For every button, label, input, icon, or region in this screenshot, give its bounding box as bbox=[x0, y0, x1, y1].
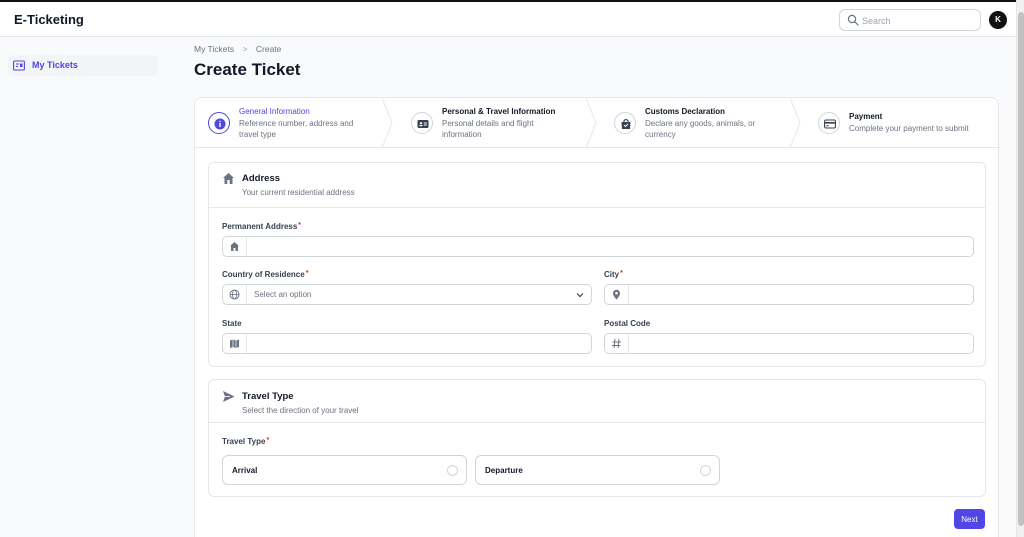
breadcrumb-create: Create bbox=[255, 44, 282, 54]
credit-card-icon bbox=[824, 119, 836, 129]
travel-type-label: Travel Type* bbox=[222, 437, 269, 446]
country-label: Country of Residence* bbox=[222, 270, 308, 279]
required-mark: * bbox=[305, 270, 309, 277]
map-pin-icon bbox=[613, 289, 620, 300]
scrollbar[interactable] bbox=[1016, 0, 1024, 537]
state-input[interactable] bbox=[251, 336, 586, 351]
search-box[interactable] bbox=[839, 9, 981, 31]
step-circle bbox=[411, 112, 433, 134]
field-prefix bbox=[605, 285, 629, 304]
section-subtitle: Your current residential address bbox=[242, 188, 355, 197]
step-payment[interactable]: Payment Complete your payment to submit bbox=[805, 98, 1000, 148]
paper-plane-icon bbox=[223, 391, 235, 402]
chevron-down-icon bbox=[576, 293, 584, 298]
breadcrumb: My Tickets > Create bbox=[194, 44, 281, 54]
info-icon bbox=[214, 118, 226, 130]
home-icon bbox=[223, 173, 234, 184]
label-text: Postal Code bbox=[604, 319, 651, 328]
travel-option-departure[interactable]: Departure bbox=[475, 455, 720, 485]
step-divider bbox=[381, 98, 393, 148]
label-text: Travel Type bbox=[222, 437, 266, 446]
label-text: Permanent Address bbox=[222, 222, 298, 231]
label-text: State bbox=[222, 319, 242, 328]
section-title: Travel Type bbox=[242, 391, 294, 402]
country-select-placeholder: Select an option bbox=[254, 290, 312, 299]
ticket-icon bbox=[13, 60, 25, 71]
permanent-address-input[interactable] bbox=[251, 239, 966, 254]
step-circle bbox=[614, 112, 636, 134]
avatar[interactable]: K bbox=[989, 11, 1007, 29]
label-text: City bbox=[604, 270, 620, 279]
id-card-icon bbox=[417, 120, 429, 128]
breadcrumb-my-tickets[interactable]: My Tickets bbox=[194, 44, 234, 54]
step-general-information[interactable]: General Information Reference number, ad… bbox=[195, 98, 385, 148]
state-field[interactable] bbox=[222, 333, 592, 354]
address-section-header: Address Your current residential address bbox=[209, 163, 985, 208]
step-divider bbox=[585, 98, 597, 148]
step-description: Reference number, address and travel typ… bbox=[239, 119, 354, 139]
travel-section-header: Travel Type Select the direction of your… bbox=[209, 380, 985, 423]
breadcrumb-separator: > bbox=[242, 44, 248, 54]
postal-code-field[interactable] bbox=[604, 333, 974, 354]
travel-option-arrival[interactable]: Arrival bbox=[222, 455, 467, 485]
search-icon bbox=[847, 14, 859, 26]
field-prefix bbox=[223, 237, 247, 256]
top-bar: E-Ticketing K bbox=[0, 0, 1016, 37]
state-label: State bbox=[222, 319, 242, 328]
required-mark: * bbox=[620, 270, 623, 277]
form-card: General Information Reference number, ad… bbox=[194, 97, 1000, 537]
hash-icon bbox=[612, 338, 621, 349]
travel-type-section: Travel Type Select the direction of your… bbox=[208, 379, 986, 497]
step-description: Declare any goods, animals, or currency bbox=[645, 119, 756, 139]
radio-button[interactable] bbox=[447, 465, 458, 476]
step-description: Personal details and flight information bbox=[442, 119, 534, 139]
wizard-steps: General Information Reference number, ad… bbox=[195, 98, 1000, 148]
next-button[interactable]: Next bbox=[954, 509, 985, 529]
section-title: Address bbox=[242, 173, 281, 184]
home-icon bbox=[230, 242, 239, 251]
field-prefix bbox=[223, 334, 247, 353]
required-mark: * bbox=[298, 222, 302, 229]
address-section: Address Your current residential address… bbox=[208, 162, 986, 367]
scrollbar-thumb[interactable] bbox=[1018, 12, 1024, 526]
globe-icon bbox=[229, 289, 240, 300]
page-title: Create Ticket bbox=[194, 60, 301, 79]
radio-button[interactable] bbox=[700, 465, 711, 476]
label-text: Country of Residence bbox=[222, 270, 305, 279]
option-label: Departure bbox=[485, 466, 523, 475]
step-customs-declaration[interactable]: Customs Declaration Declare any goods, a… bbox=[601, 98, 791, 148]
step-title: Personal & Travel Information bbox=[442, 107, 556, 116]
postal-code-input[interactable] bbox=[633, 336, 968, 351]
step-description: Complete your payment to submit bbox=[849, 124, 969, 133]
sidebar-item-my-tickets[interactable]: My Tickets bbox=[8, 55, 158, 76]
sidebar-item-label: My Tickets bbox=[32, 60, 78, 70]
step-divider bbox=[789, 98, 801, 148]
field-prefix bbox=[605, 334, 629, 353]
step-personal-travel-information[interactable]: Personal & Travel Information Personal d… bbox=[398, 98, 588, 148]
step-title: Payment bbox=[849, 112, 883, 121]
city-input[interactable] bbox=[633, 287, 968, 302]
step-circle bbox=[818, 112, 840, 134]
step-title: General Information bbox=[239, 107, 310, 116]
required-mark: * bbox=[266, 437, 270, 444]
field-prefix bbox=[223, 285, 247, 304]
search-input[interactable] bbox=[862, 12, 974, 29]
city-label: City* bbox=[604, 270, 623, 279]
app-title[interactable]: E-Ticketing bbox=[14, 12, 84, 27]
permanent-address-label: Permanent Address* bbox=[222, 222, 301, 231]
section-subtitle: Select the direction of your travel bbox=[242, 406, 359, 415]
step-circle bbox=[208, 112, 230, 134]
postal-code-label: Postal Code bbox=[604, 319, 650, 328]
city-field[interactable] bbox=[604, 284, 974, 305]
map-icon bbox=[230, 339, 239, 348]
permanent-address-field[interactable] bbox=[222, 236, 974, 257]
country-select[interactable]: Select an option bbox=[222, 284, 592, 305]
option-label: Arrival bbox=[232, 466, 258, 475]
bag-icon bbox=[621, 119, 631, 129]
step-title: Customs Declaration bbox=[645, 107, 726, 116]
